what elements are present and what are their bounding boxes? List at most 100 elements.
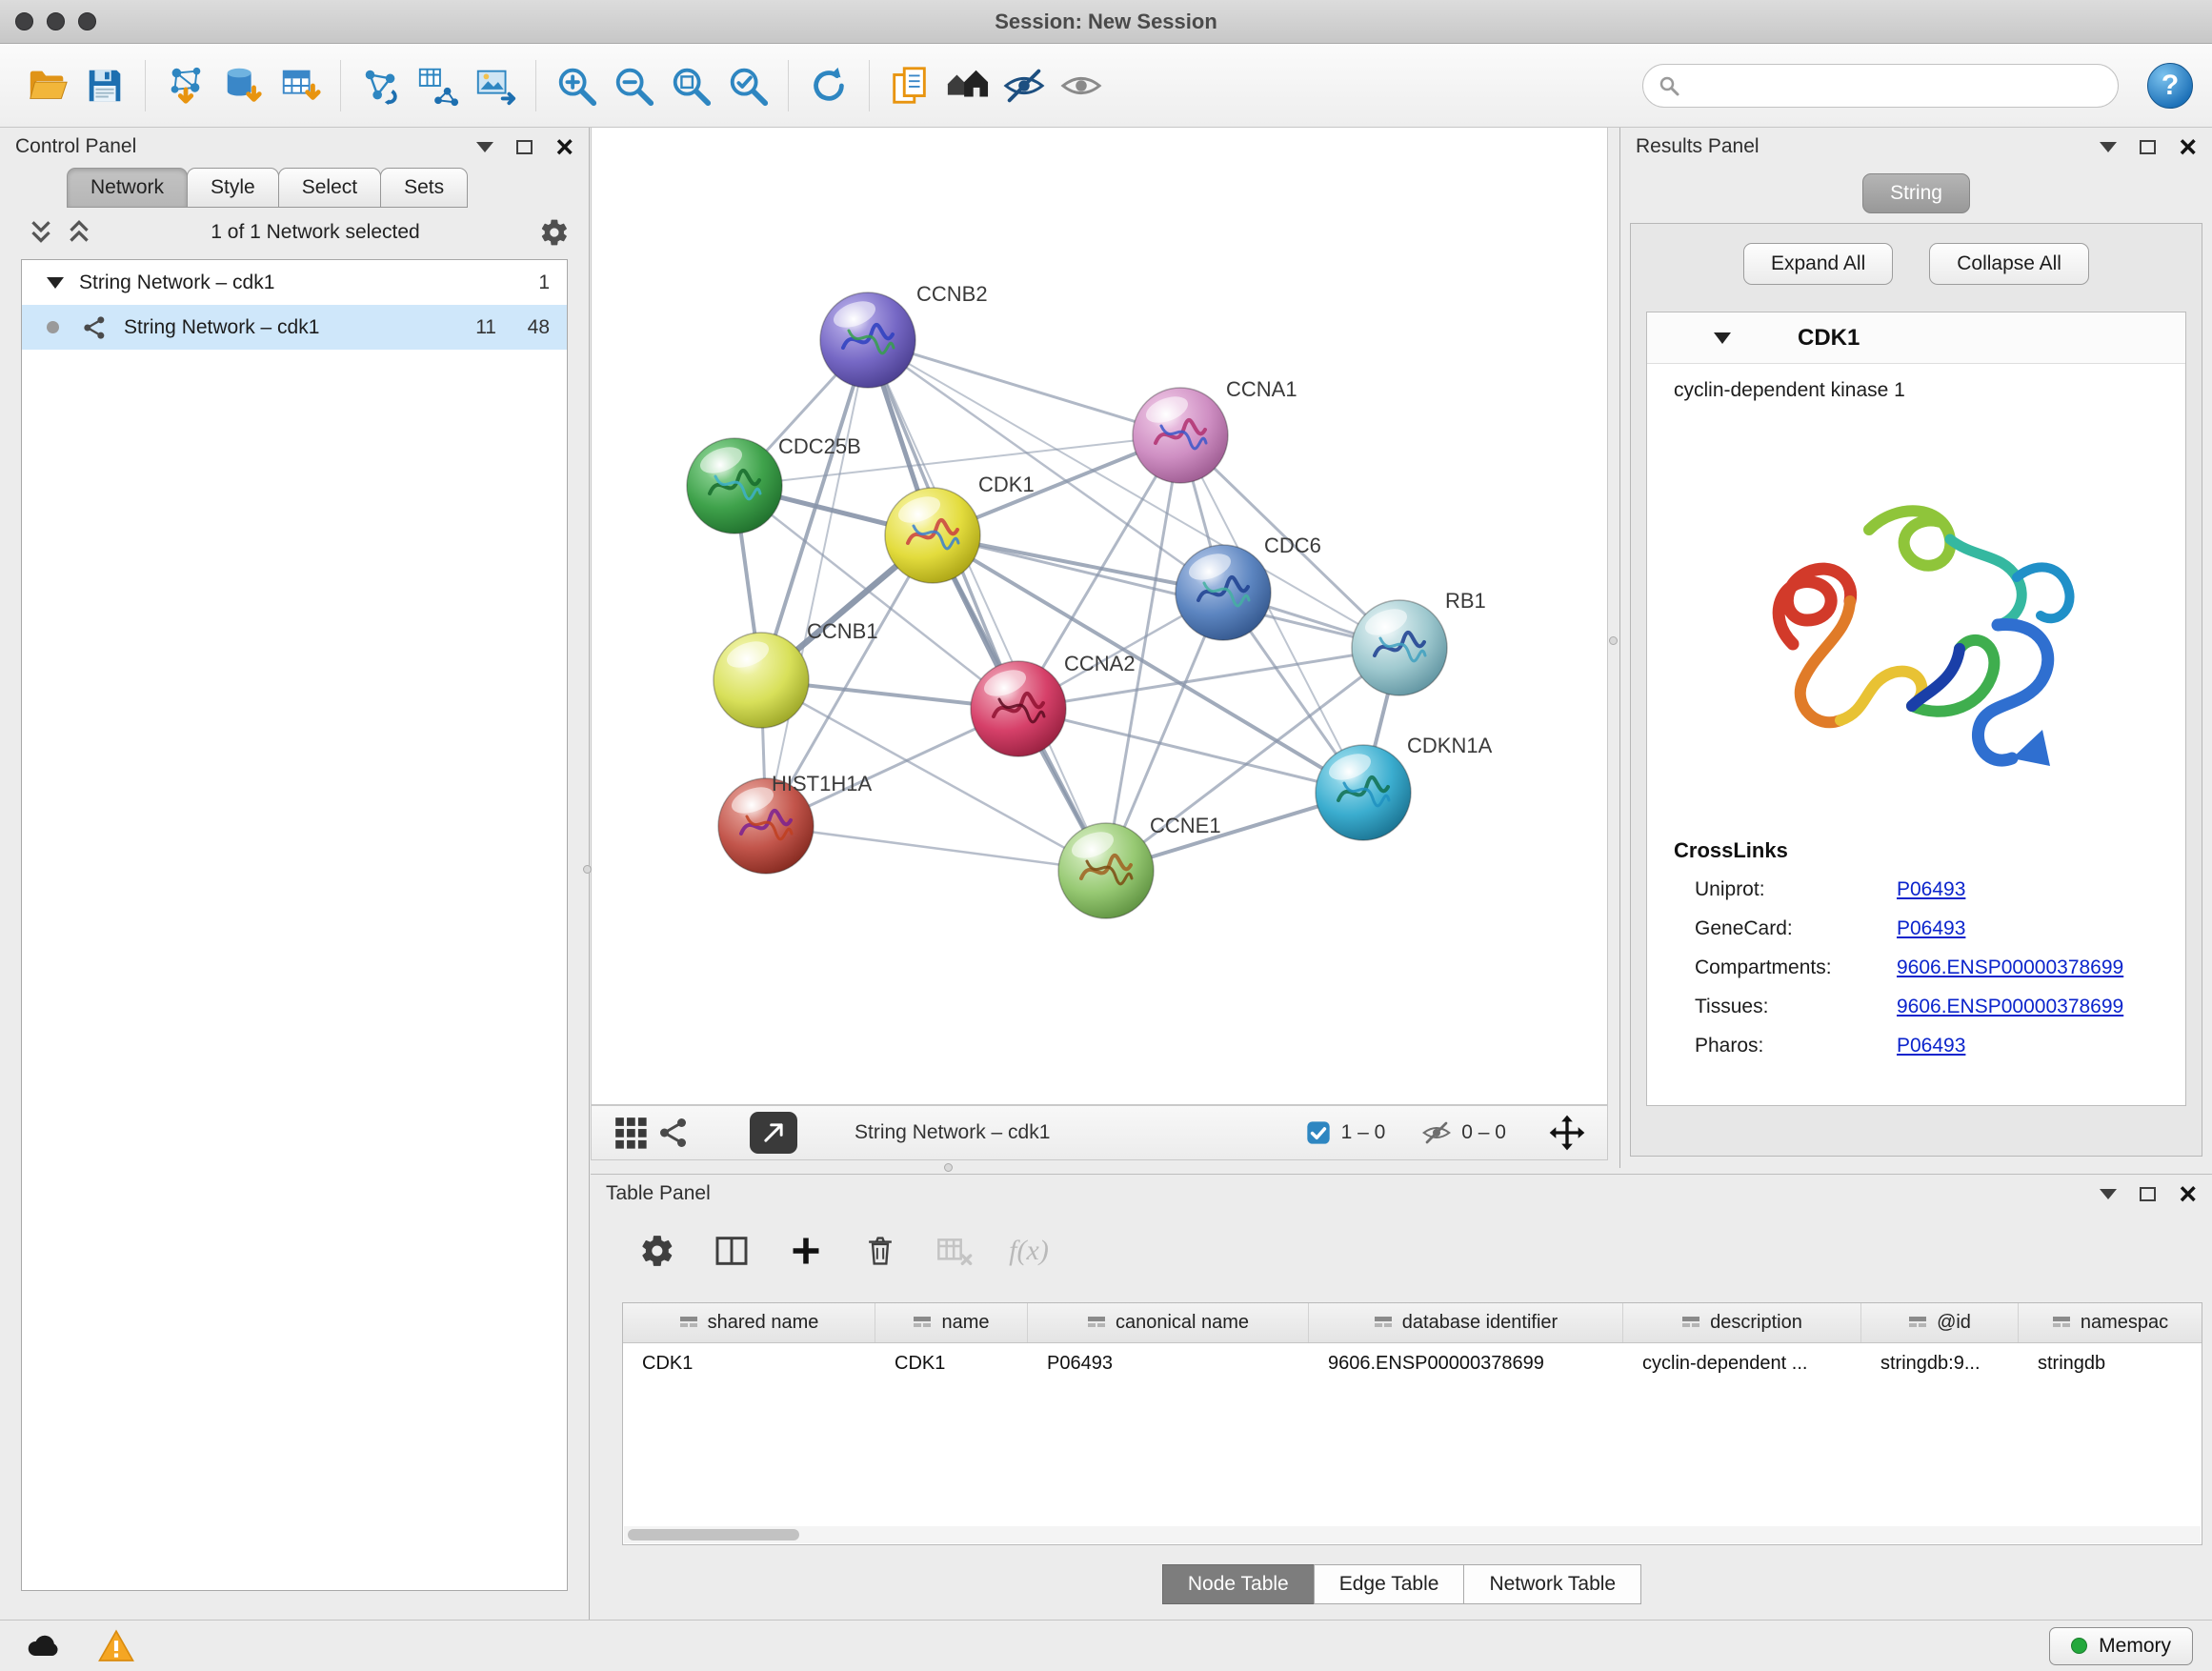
cell-id[interactable]: stringdb:9... (1861, 1343, 2019, 1383)
zoom-fit-button[interactable] (662, 56, 719, 115)
gear-icon[interactable] (539, 217, 570, 248)
string-network-icon[interactable] (653, 1111, 696, 1155)
tab-node-table[interactable]: Node Table (1162, 1564, 1315, 1604)
panel-float-icon[interactable] (516, 140, 533, 154)
network-edge-ccna2-cdkn1a[interactable] (1018, 709, 1363, 793)
vertical-splitter-handle[interactable] (583, 865, 592, 874)
collapse-all-icon[interactable] (29, 218, 53, 247)
panel-menu-icon[interactable] (2100, 142, 2117, 152)
column-header-canonical-name[interactable]: canonical name (1028, 1303, 1309, 1342)
network-node-cdk1[interactable] (885, 488, 980, 583)
chevron-down-icon[interactable] (47, 277, 64, 289)
import-table-button[interactable] (271, 56, 329, 115)
crosslink-link[interactable]: P06493 (1897, 878, 1965, 901)
cloud-status-button[interactable] (19, 1625, 69, 1667)
network-edge-ccnb2-hist1h1a[interactable] (766, 340, 868, 826)
tab-string[interactable]: String (1862, 173, 1970, 213)
scrollbar-thumb[interactable] (628, 1529, 799, 1540)
network-node-cdkn1a[interactable] (1316, 745, 1411, 840)
close-window-button[interactable] (15, 12, 33, 30)
collapse-all-button[interactable]: Collapse All (1929, 243, 2089, 285)
column-header-namespace[interactable]: namespac (2019, 1303, 2202, 1342)
new-network-from-selection-button[interactable] (352, 56, 410, 115)
tab-edge-table[interactable]: Edge Table (1314, 1564, 1465, 1604)
cell-namespace[interactable]: stringdb (2019, 1343, 2202, 1383)
show-columns-button[interactable] (711, 1230, 753, 1272)
column-header-id[interactable]: @id (1861, 1303, 2019, 1342)
tree-item-network-collection[interactable]: String Network – cdk1 1 (22, 260, 567, 305)
cell-canonical-name[interactable]: P06493 (1028, 1343, 1309, 1383)
search-input[interactable] (1642, 64, 2119, 108)
crosslink-link[interactable]: 9606.ENSP00000378699 (1897, 996, 2123, 1018)
network-node-rb1[interactable] (1352, 600, 1447, 695)
horizontal-splitter-handle[interactable] (944, 1163, 953, 1172)
hide-selected-button[interactable] (995, 56, 1053, 115)
save-session-button[interactable] (76, 56, 133, 115)
column-header-description[interactable]: description (1623, 1303, 1861, 1342)
table-settings-button[interactable] (636, 1230, 678, 1272)
chevron-down-icon[interactable] (1714, 332, 1731, 344)
open-in-new-window-button[interactable] (750, 1112, 797, 1154)
add-column-button[interactable] (785, 1230, 827, 1272)
zoom-selected-button[interactable] (719, 56, 776, 115)
column-header-shared-name[interactable]: shared name (623, 1303, 875, 1342)
home-button[interactable] (938, 56, 995, 115)
import-network-database-button[interactable] (214, 56, 271, 115)
help-button[interactable]: ? (2147, 63, 2193, 109)
cell-name[interactable]: CDK1 (875, 1343, 1028, 1383)
panel-close-icon[interactable]: × (2179, 1178, 2197, 1209)
cell-database-identifier[interactable]: 9606.ENSP00000378699 (1309, 1343, 1623, 1383)
panel-close-icon[interactable]: × (2179, 131, 2197, 162)
zoom-window-button[interactable] (78, 12, 96, 30)
delete-table-button[interactable] (934, 1230, 975, 1272)
vertical-splitter-handle[interactable] (1609, 636, 1618, 645)
open-session-button[interactable] (19, 56, 76, 115)
minimize-window-button[interactable] (47, 12, 65, 30)
warnings-button[interactable] (91, 1625, 141, 1667)
network-canvas[interactable]: CCNB2CCNA1CDC25BCDK1CDC6RB1CCNB1CCNA2CDK… (591, 128, 1608, 1105)
tab-style[interactable]: Style (187, 168, 279, 208)
tab-network[interactable]: Network (67, 168, 188, 208)
move-crosshair-icon[interactable] (1548, 1114, 1586, 1152)
grid-view-icon[interactable] (609, 1111, 653, 1155)
network-node-ccna2[interactable] (971, 661, 1066, 756)
panel-float-icon[interactable] (2140, 140, 2156, 154)
memory-button[interactable]: Memory (2049, 1627, 2193, 1665)
column-header-name[interactable]: name (875, 1303, 1028, 1342)
function-builder-button[interactable]: f(x) (1008, 1230, 1050, 1272)
panel-close-icon[interactable]: × (555, 131, 573, 162)
tree-item-current-network[interactable]: String Network – cdk1 11 48 (22, 305, 567, 350)
tab-network-table[interactable]: Network Table (1463, 1564, 1641, 1604)
crosslink-link[interactable]: 9606.ENSP00000378699 (1897, 956, 2123, 979)
panel-menu-icon[interactable] (2100, 1189, 2117, 1199)
cell-shared-name[interactable]: CDK1 (623, 1343, 875, 1383)
copy-documents-button[interactable] (881, 56, 938, 115)
network-node-ccnb2[interactable] (820, 292, 915, 388)
zoom-in-button[interactable] (548, 56, 605, 115)
export-image-button[interactable] (467, 56, 524, 115)
network-edge-ccnb2-ccne1[interactable] (868, 340, 1106, 871)
tab-sets[interactable]: Sets (380, 168, 468, 208)
apply-layout-button[interactable] (800, 56, 857, 115)
network-node-cdc6[interactable] (1176, 545, 1271, 640)
tab-select[interactable]: Select (278, 168, 381, 208)
network-edge-ccnb2-ccna1[interactable] (868, 340, 1180, 435)
crosslink-link[interactable]: P06493 (1897, 1035, 1965, 1057)
delete-column-button[interactable] (859, 1230, 901, 1272)
network-node-ccna1[interactable] (1133, 388, 1228, 483)
crosslink-link[interactable]: P06493 (1897, 917, 1965, 940)
panel-float-icon[interactable] (2140, 1187, 2156, 1201)
network-node-cdc25b[interactable] (687, 438, 782, 534)
protein-card-header[interactable]: CDK1 (1647, 312, 2185, 364)
show-all-button[interactable] (1053, 56, 1110, 115)
import-network-file-button[interactable] (157, 56, 214, 115)
selected-checkbox-icon[interactable] (1305, 1119, 1332, 1146)
panel-menu-icon[interactable] (476, 142, 493, 152)
table-row[interactable]: CDK1 CDK1 P06493 9606.ENSP00000378699 cy… (623, 1343, 2202, 1383)
zoom-out-button[interactable] (605, 56, 662, 115)
network-edge-hist1h1a-ccne1[interactable] (766, 826, 1106, 871)
new-network-table-button[interactable] (410, 56, 467, 115)
expand-all-button[interactable]: Expand All (1743, 243, 1893, 285)
expand-all-icon[interactable] (67, 218, 91, 247)
column-header-database-identifier[interactable]: database identifier (1309, 1303, 1623, 1342)
